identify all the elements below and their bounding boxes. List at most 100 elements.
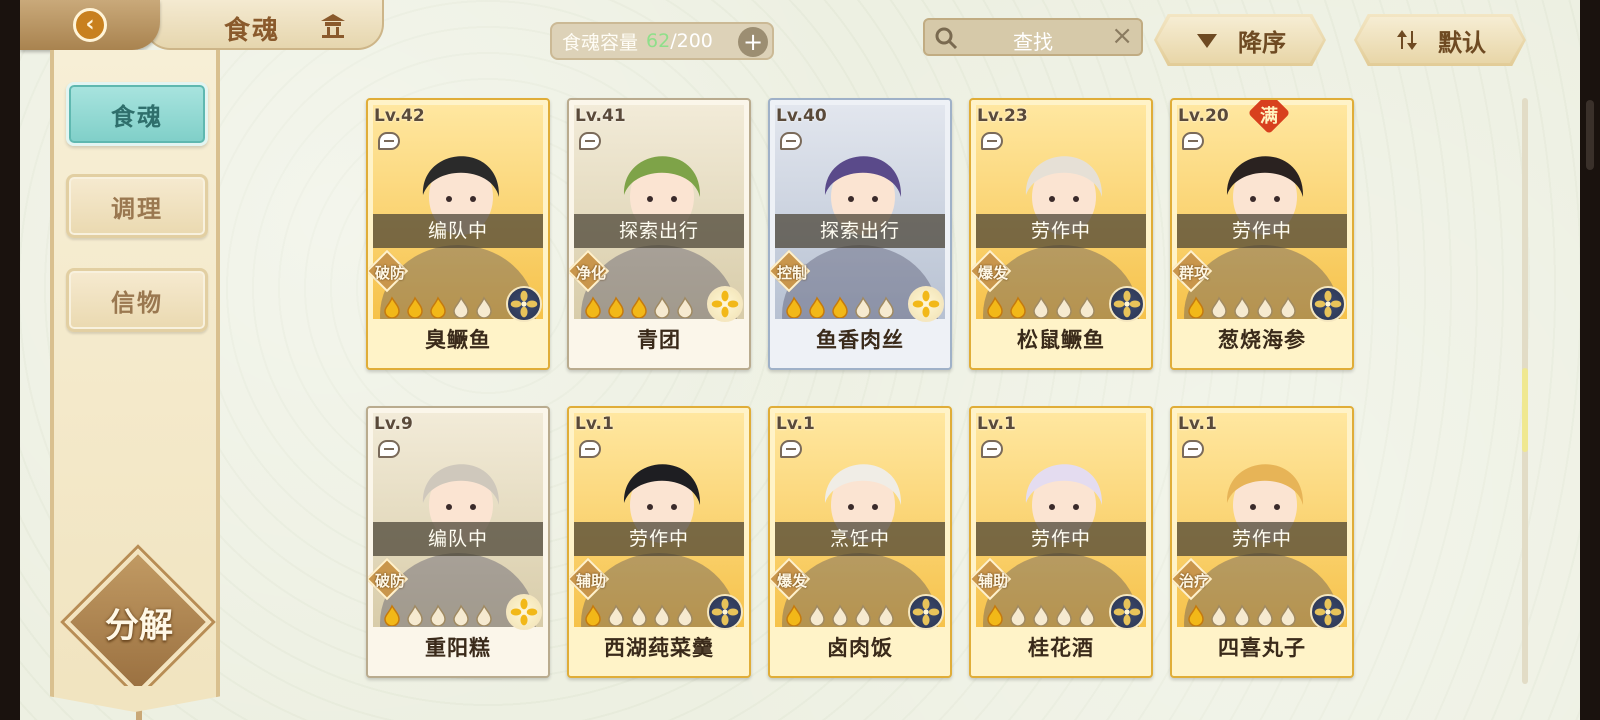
flame-filled-icon — [384, 296, 400, 318]
favorite-tag-icon[interactable] — [780, 132, 802, 150]
favorite-tag-icon[interactable] — [981, 132, 1003, 150]
food-soul-card[interactable]: Lv.1 劳作中 治疗 四喜丸子 — [1170, 406, 1354, 678]
flame-filled-icon — [987, 604, 1003, 626]
food-soul-card[interactable]: Lv.20 满劳作中 群攻 葱烧海参 — [1170, 98, 1354, 370]
level-label: Lv.1 — [575, 414, 614, 434]
flame-empty-icon — [631, 604, 647, 626]
favorite-tag-icon[interactable] — [579, 440, 601, 458]
role-label: 控制 — [776, 264, 807, 282]
back-button[interactable]: ‹ — [20, 0, 160, 50]
scrollbar[interactable] — [1522, 98, 1528, 684]
flame-filled-icon — [585, 296, 601, 318]
food-soul-card[interactable]: Lv.23 劳作中 爆发 松鼠鳜鱼 — [969, 98, 1153, 370]
flame-empty-icon — [809, 604, 825, 626]
close-icon[interactable]: × — [1111, 23, 1133, 49]
star-rating — [985, 604, 1097, 626]
status-banner: 编队中 — [373, 522, 543, 556]
flame-filled-icon — [407, 296, 423, 318]
flame-filled-icon — [1188, 296, 1204, 318]
role-label: 辅助 — [977, 572, 1008, 590]
scrollbar-thumb[interactable] — [1522, 368, 1528, 452]
role-badge: 辅助 — [971, 557, 1012, 601]
food-soul-card[interactable]: Lv.42 编队中 破防 臭鳜鱼 — [366, 98, 550, 370]
capacity-display: 食魂容量 62 /200 + — [550, 22, 774, 60]
star-rating — [1186, 296, 1298, 318]
food-soul-name: 卤肉饭 — [827, 636, 893, 660]
flame-empty-icon — [1033, 296, 1049, 318]
favorite-tag-icon[interactable] — [378, 440, 400, 458]
flame-empty-icon — [1010, 604, 1026, 626]
flame-empty-icon — [1234, 604, 1250, 626]
sidebar-tab-shihun[interactable]: 食魂 — [66, 82, 208, 146]
sidebar-tab-tiaoli[interactable]: 调理 — [66, 174, 208, 238]
search-field[interactable]: 查找 × — [923, 18, 1143, 56]
level-label: Lv.40 — [776, 106, 827, 126]
flame-empty-icon — [855, 296, 871, 318]
device-bezel-left — [0, 0, 20, 720]
flame-empty-icon — [1280, 296, 1296, 318]
role-badge: 爆发 — [971, 249, 1012, 293]
favorite-tag-icon[interactable] — [579, 132, 601, 150]
flame-filled-icon — [832, 296, 848, 318]
food-soul-card[interactable]: Lv.40 探索出行 控制 鱼香肉丝 — [768, 98, 952, 370]
flame-empty-icon — [1079, 296, 1095, 318]
role-label: 破防 — [374, 572, 405, 590]
home-icon[interactable] — [318, 12, 348, 38]
flame-filled-icon — [430, 296, 446, 318]
level-label: Lv.1 — [1178, 414, 1217, 434]
element-emblem-icon — [1310, 286, 1346, 322]
flame-filled-icon — [786, 296, 802, 318]
capacity-current: 62 — [646, 30, 671, 52]
top-bar: 食魂 ‹ 食魂容量 62 /200 + 查找 × 降序 默认 — [20, 0, 1580, 66]
flame-filled-icon — [987, 296, 1003, 318]
sidebar-tab-label: 调理 — [111, 194, 163, 223]
decompose-label: 分解 — [105, 606, 173, 646]
capacity-label: 食魂容量 — [562, 31, 639, 54]
sort-order-button[interactable]: 降序 — [1154, 14, 1326, 66]
food-soul-grid: Lv.42 编队中 破防 臭鳜鱼 Lv.41 探索出行 净化 青团 Lv.40 探索出行 控制 鱼香肉… — [366, 98, 1366, 688]
food-soul-card[interactable]: Lv.1 劳作中 辅助 西湖莼菜羹 — [567, 406, 751, 678]
device-side-handle — [1586, 100, 1594, 170]
favorite-tag-icon[interactable] — [1182, 440, 1204, 458]
role-badge: 辅助 — [569, 557, 610, 601]
sort-default-button[interactable]: 默认 — [1354, 14, 1526, 66]
sidebar-tab-label: 信物 — [111, 288, 163, 317]
sort-arrows-icon — [1397, 30, 1417, 50]
flame-empty-icon — [453, 296, 469, 318]
status-banner: 编队中 — [373, 214, 543, 248]
flame-empty-icon — [1280, 604, 1296, 626]
flame-empty-icon — [1211, 604, 1227, 626]
status-banner: 烹饪中 — [775, 522, 945, 556]
flower-icon — [510, 290, 538, 318]
flame-empty-icon — [1079, 604, 1095, 626]
status-banner: 劳作中 — [574, 522, 744, 556]
level-label: Lv.9 — [374, 414, 413, 434]
element-emblem-icon — [506, 286, 542, 322]
star-rating — [583, 604, 695, 626]
role-label: 净化 — [575, 264, 606, 282]
triangle-down-icon — [1197, 34, 1217, 48]
status-banner: 劳作中 — [1177, 214, 1347, 248]
favorite-tag-icon[interactable] — [981, 440, 1003, 458]
flame-filled-icon — [631, 296, 647, 318]
element-emblem-icon — [908, 286, 944, 322]
food-soul-card[interactable]: Lv.1 烹饪中 爆发 卤肉饭 — [768, 406, 952, 678]
title-tab: 食魂 — [144, 0, 384, 50]
food-soul-card[interactable]: Lv.9 编队中 破防 重阳糕 — [366, 406, 550, 678]
food-soul-card[interactable]: Lv.1 劳作中 辅助 桂花酒 — [969, 406, 1153, 678]
favorite-tag-icon[interactable] — [378, 132, 400, 150]
flame-empty-icon — [654, 296, 670, 318]
food-soul-name: 鱼香肉丝 — [816, 328, 904, 352]
page-title: 食魂 — [224, 16, 281, 46]
sort-default-label: 默认 — [1438, 28, 1486, 57]
flower-icon — [912, 290, 940, 318]
favorite-tag-icon[interactable] — [780, 440, 802, 458]
level-label: Lv.23 — [977, 106, 1028, 126]
food-soul-card[interactable]: Lv.41 探索出行 净化 青团 — [567, 98, 751, 370]
role-label: 治疗 — [1178, 572, 1209, 590]
element-emblem-icon — [707, 286, 743, 322]
flame-empty-icon — [430, 604, 446, 626]
sidebar-tab-xinwu[interactable]: 信物 — [66, 268, 208, 332]
favorite-tag-icon[interactable] — [1182, 132, 1204, 150]
capacity-plus-button[interactable]: + — [738, 27, 768, 57]
